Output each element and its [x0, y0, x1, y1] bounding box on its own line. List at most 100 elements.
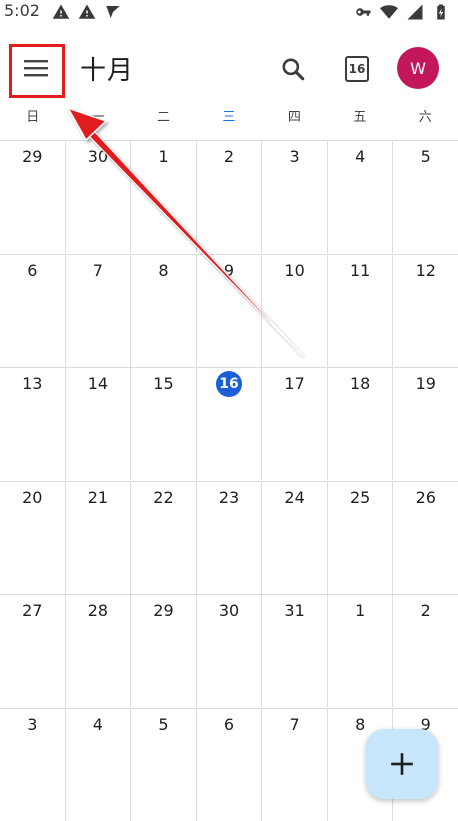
day-cell[interactable]: 11 — [326, 254, 393, 367]
day-number: 12 — [415, 260, 436, 280]
day-cell[interactable]: 25 — [326, 481, 393, 594]
day-cell[interactable]: 4 — [326, 141, 393, 253]
day-number: 9 — [223, 260, 235, 280]
status-system-icons — [354, 3, 450, 21]
day-number: 1 — [355, 601, 366, 620]
day-cell[interactable]: 27 — [0, 595, 65, 707]
day-cell[interactable]: 5 — [130, 708, 196, 821]
day-cell[interactable]: 28 — [64, 595, 131, 707]
day-cell[interactable]: 7 — [64, 254, 131, 367]
day-number: 14 — [87, 374, 109, 393]
weekday-label: 一 — [91, 110, 105, 125]
day-cell[interactable]: 1 — [130, 141, 196, 253]
day-cell[interactable]: 23 — [195, 481, 262, 594]
day-number: 24 — [284, 487, 305, 507]
day-number: 18 — [350, 374, 371, 393]
day-cell[interactable]: 22 — [130, 481, 196, 594]
search-button[interactable] — [276, 52, 310, 86]
battery-charging-icon — [437, 4, 445, 20]
account-avatar[interactable]: W — [397, 47, 439, 89]
day-cell[interactable]: 2 — [392, 595, 458, 707]
day-number: 4 — [355, 147, 366, 166]
day-cell[interactable]: 24 — [261, 481, 327, 594]
warning-icon — [52, 4, 70, 19]
day-cell[interactable]: 26 — [392, 481, 458, 594]
day-number: 30 — [218, 601, 240, 620]
day-number: 11 — [350, 260, 371, 280]
app-bar: 十月 16 W — [0, 40, 458, 96]
main-menu-button[interactable] — [12, 50, 60, 86]
day-cell[interactable]: 9 — [195, 254, 262, 367]
day-number: 15 — [153, 374, 174, 393]
day-cell[interactable]: 3 — [261, 141, 327, 253]
day-cell[interactable]: 6 — [0, 255, 65, 367]
jump-to-today-button[interactable]: 16 — [340, 52, 374, 86]
day-cell[interactable]: 29 — [0, 141, 65, 253]
day-cell[interactable]: 14 — [64, 368, 131, 480]
day-number: 31 — [284, 601, 305, 620]
weekday-label: 五 — [353, 110, 367, 125]
weekday-label: 四 — [287, 110, 301, 125]
status-notifications — [52, 3, 122, 21]
day-number: 8 — [158, 260, 169, 280]
day-number: 21 — [87, 487, 109, 507]
day-number: 10 — [284, 260, 305, 280]
day-number: 20 — [22, 487, 43, 507]
search-icon — [282, 58, 305, 81]
week-row: 20 21 22 23 24 25 26 — [0, 480, 458, 594]
day-number: 5 — [420, 147, 431, 166]
create-event-button[interactable] — [366, 729, 438, 799]
day-cell[interactable]: 21 — [64, 481, 131, 594]
week-row: 6 7 8 9 10 11 12 — [0, 253, 458, 367]
day-cell[interactable]: 17 — [261, 368, 327, 480]
day-number: 1 — [158, 147, 169, 166]
day-cell[interactable]: 12 — [392, 254, 458, 367]
day-cell[interactable]: 3 — [0, 709, 65, 821]
day-cell[interactable]: 16 — [195, 368, 262, 480]
day-cell[interactable]: 4 — [64, 708, 131, 821]
day-cell[interactable]: 15 — [130, 368, 196, 480]
day-number: 3 — [27, 714, 38, 734]
day-cell[interactable]: 2 — [195, 141, 262, 253]
weekday-label: 六 — [418, 110, 432, 125]
calendar-today-icon: 16 — [345, 56, 369, 82]
cell-signal-icon — [407, 4, 423, 20]
month-title[interactable]: 十月 — [80, 50, 134, 87]
today-day-number: 16 — [216, 371, 243, 397]
day-cell[interactable]: 29 — [130, 595, 196, 707]
week-row: 27 28 29 30 31 1 2 — [0, 594, 458, 707]
signal-check-icon — [106, 6, 120, 18]
today-icon-number: 16 — [348, 62, 366, 76]
day-cell[interactable]: 7 — [261, 708, 327, 821]
avatar-initial: W — [410, 58, 426, 78]
day-cell[interactable]: 8 — [130, 254, 196, 367]
day-number: 7 — [92, 260, 103, 280]
day-cell[interactable]: 10 — [261, 254, 327, 367]
day-number: 23 — [218, 487, 240, 507]
day-number: 13 — [22, 374, 43, 393]
day-cell[interactable]: 30 — [64, 141, 131, 253]
day-cell[interactable]: 30 — [195, 595, 262, 707]
weekday-header: 日一二三四五六 — [0, 104, 458, 134]
day-cell[interactable]: 6 — [195, 708, 262, 821]
weekday-label: 二 — [157, 110, 171, 125]
day-cell[interactable]: 19 — [392, 368, 458, 480]
day-cell[interactable]: 1 — [326, 595, 393, 707]
day-number: 19 — [415, 374, 436, 393]
day-cell[interactable]: 5 — [392, 141, 458, 253]
weekday-label: 日 — [26, 110, 40, 125]
day-number: 17 — [284, 374, 305, 393]
day-number: 29 — [153, 601, 174, 620]
day-cell[interactable]: 31 — [261, 595, 327, 707]
week-row: 29 30 1 2 3 4 5 — [0, 140, 458, 253]
day-number: 28 — [87, 601, 109, 620]
day-number: 22 — [153, 487, 174, 507]
hamburger-menu-icon — [24, 60, 48, 77]
day-number: 26 — [415, 487, 436, 507]
day-number: 5 — [158, 714, 169, 734]
status-bar: 5:02 — [0, 0, 458, 24]
day-cell[interactable]: 20 — [0, 482, 65, 594]
day-cell[interactable]: 13 — [0, 368, 65, 480]
day-number: 2 — [223, 147, 235, 166]
day-cell[interactable]: 18 — [326, 368, 393, 480]
